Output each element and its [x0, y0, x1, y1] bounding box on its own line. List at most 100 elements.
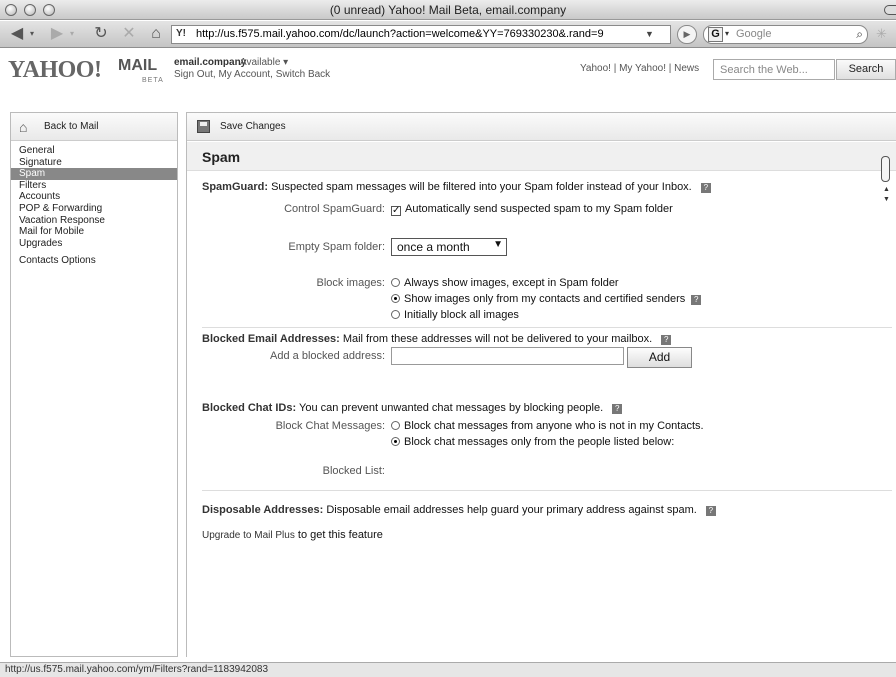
- spamguard-section: SpamGuard: Suspected spam messages will …: [202, 181, 711, 193]
- blocked-email-title: Blocked Email Addresses:: [202, 333, 340, 345]
- blocked-email-description: Mail from these addresses will not be de…: [342, 333, 653, 345]
- upgrade-suffix-text: to get this feature: [297, 529, 383, 541]
- browser-search-box[interactable]: G ▾ Google ⌕: [703, 25, 868, 44]
- block-images-option-2-label[interactable]: Initially block all images: [404, 309, 519, 321]
- block-images-radio-1[interactable]: [391, 294, 400, 303]
- sidebar-item-pop-forwarding[interactable]: POP & Forwarding: [11, 203, 177, 215]
- blocked-chat-description: You can prevent unwanted chat messages b…: [299, 402, 604, 414]
- window-titlebar: (0 unread) Yahoo! Mail Beta, email.compa…: [0, 0, 896, 20]
- help-icon[interactable]: ?: [705, 506, 716, 516]
- account-name: email.company: [174, 57, 247, 68]
- control-spamguard-label: Control SpamGuard:: [284, 203, 385, 215]
- block-chat-option-0-label[interactable]: Block chat messages from anyone who is n…: [404, 420, 704, 432]
- home-icon: ⌂: [19, 119, 28, 135]
- block-images-option-2[interactable]: Initially block all images: [391, 309, 519, 321]
- block-images-option-0[interactable]: Always show images, except in Spam folde…: [391, 277, 619, 289]
- reload-icon[interactable]: ↻: [90, 24, 112, 44]
- upgrade-mail-plus-link[interactable]: Upgrade to Mail Plus: [202, 530, 295, 541]
- sidebar-item-upgrades[interactable]: Upgrades: [11, 238, 177, 250]
- mail-logo-text: MAIL: [118, 57, 158, 74]
- sidebar-item-general[interactable]: General: [11, 145, 177, 157]
- disposable-section: Disposable Addresses: Disposable email a…: [202, 504, 716, 516]
- block-images-label: Block images:: [316, 277, 385, 289]
- spamguard-checkbox-label[interactable]: Automatically send suspected spam to my …: [405, 203, 673, 215]
- blocked-address-input[interactable]: [391, 347, 624, 365]
- address-url[interactable]: http://us.f575.mail.yahoo.com/dc/launch?…: [196, 28, 636, 40]
- account-links[interactable]: Sign Out, My Account, Switch Back: [174, 69, 330, 80]
- save-changes-button[interactable]: Save Changes: [220, 121, 286, 132]
- help-icon[interactable]: ?: [612, 404, 623, 414]
- home-icon[interactable]: ⌂: [145, 24, 167, 44]
- sidebar-item-accounts[interactable]: Accounts: [11, 191, 177, 203]
- yahoo-logo[interactable]: YAHOO!: [8, 57, 102, 84]
- page-title: Spam: [202, 149, 241, 165]
- help-icon[interactable]: ?: [691, 295, 702, 305]
- yahoo-header: YAHOO! MAIL BETA email.company Available…: [0, 49, 896, 107]
- sidebar-item-mail-for-mobile[interactable]: Mail for Mobile: [11, 226, 177, 238]
- block-chat-option-1[interactable]: Block chat messages only from the people…: [391, 436, 674, 448]
- activity-spinner-icon: ✳: [876, 26, 887, 41]
- block-chat-radio-1[interactable]: [391, 437, 400, 446]
- back-history-dropdown[interactable]: ▾: [28, 24, 36, 44]
- empty-spam-folder-value: once a month: [397, 240, 470, 254]
- section-divider: [202, 490, 892, 491]
- go-button[interactable]: ▶: [677, 25, 697, 44]
- block-images-radio-0[interactable]: [391, 278, 400, 287]
- spamguard-description: Suspected spam messages will be filtered…: [271, 181, 692, 193]
- search-engine-dropdown-icon[interactable]: ▾: [725, 29, 729, 38]
- forward-arrow-icon[interactable]: ▶: [46, 24, 68, 44]
- sidebar-item-filters[interactable]: Filters: [11, 180, 177, 192]
- web-search-input[interactable]: Search the Web...: [713, 59, 835, 80]
- section-divider: [202, 327, 892, 328]
- control-spamguard-row: ✓ Automatically send suspected spam to my…: [391, 203, 673, 216]
- save-disk-icon[interactable]: [197, 120, 210, 133]
- help-icon[interactable]: ?: [661, 335, 672, 345]
- disposable-description: Disposable email addresses help guard yo…: [326, 504, 697, 516]
- empty-spam-folder-select[interactable]: once a month ▼: [391, 238, 507, 256]
- block-images-option-1[interactable]: Show images only from my contacts and ce…: [391, 293, 702, 305]
- upgrade-row: Upgrade to Mail Plus to get this feature: [202, 529, 383, 541]
- block-chat-option-0[interactable]: Block chat messages from anyone who is n…: [391, 420, 704, 432]
- search-engine-icon[interactable]: G: [708, 27, 723, 42]
- back-to-mail-label: Back to Mail: [44, 121, 99, 132]
- stop-icon[interactable]: ✕: [118, 24, 140, 44]
- magnifier-icon[interactable]: ⌕: [856, 27, 863, 42]
- empty-spam-folder-label: Empty Spam folder:: [288, 241, 385, 253]
- browser-status-bar: http://us.f575.mail.yahoo.com/ym/Filters…: [0, 662, 896, 677]
- help-icon[interactable]: ?: [700, 183, 711, 193]
- yahoo-top-links[interactable]: Yahoo! | My Yahoo! | News: [580, 63, 699, 74]
- options-sidebar: ⌂ Back to Mail General Signature Spam Fi…: [10, 112, 178, 657]
- blocked-list-label: Blocked List:: [322, 465, 385, 477]
- spamguard-checkbox[interactable]: ✓: [391, 206, 401, 216]
- disposable-title: Disposable Addresses:: [202, 504, 324, 516]
- block-chat-radio-0[interactable]: [391, 421, 400, 430]
- browser-search-placeholder: Google: [736, 28, 772, 40]
- blocked-chat-section: Blocked Chat IDs: You can prevent unwant…: [202, 402, 623, 414]
- spam-settings-form: SpamGuard: Suspected spam messages will …: [187, 173, 896, 658]
- options-main-panel: Save Changes Spam ▲ ▼ SpamGuard: Suspect…: [186, 112, 896, 657]
- back-arrow-icon[interactable]: ◀: [6, 24, 28, 44]
- options-nav-list: General Signature Spam Filters Accounts …: [11, 145, 177, 267]
- web-search-button[interactable]: Search: [836, 59, 896, 80]
- block-images-option-1-label[interactable]: Show images only from my contacts and ce…: [404, 293, 685, 305]
- options-toolbar: Save Changes: [187, 113, 896, 141]
- back-to-mail-button[interactable]: ⌂ Back to Mail: [11, 113, 177, 141]
- site-favicon-icon: Y!: [176, 28, 186, 39]
- sidebar-item-vacation-response[interactable]: Vacation Response: [11, 215, 177, 227]
- address-history-dropdown-icon[interactable]: ▼: [645, 29, 654, 39]
- toolbar-toggle-button[interactable]: [884, 5, 896, 15]
- block-chat-option-1-label[interactable]: Block chat messages only from the people…: [404, 436, 674, 448]
- select-arrow-icon: ▼: [493, 239, 503, 250]
- forward-history-dropdown[interactable]: ▾: [68, 24, 76, 44]
- blocked-chat-title: Blocked Chat IDs:: [202, 402, 297, 414]
- address-bar[interactable]: Y! http://us.f575.mail.yahoo.com/dc/laun…: [171, 25, 671, 44]
- presence-status-dropdown[interactable]: Available ▾: [240, 57, 288, 68]
- beta-badge: BETA: [142, 77, 164, 84]
- sidebar-item-signature[interactable]: Signature: [11, 157, 177, 169]
- add-blocked-address-button[interactable]: Add: [627, 347, 692, 368]
- block-images-radio-2[interactable]: [391, 310, 400, 319]
- sidebar-item-spam[interactable]: Spam: [11, 168, 177, 180]
- page-heading-bar: Spam: [187, 142, 896, 171]
- block-images-option-0-label[interactable]: Always show images, except in Spam folde…: [404, 277, 619, 289]
- sidebar-item-contacts-options[interactable]: Contacts Options: [11, 255, 177, 267]
